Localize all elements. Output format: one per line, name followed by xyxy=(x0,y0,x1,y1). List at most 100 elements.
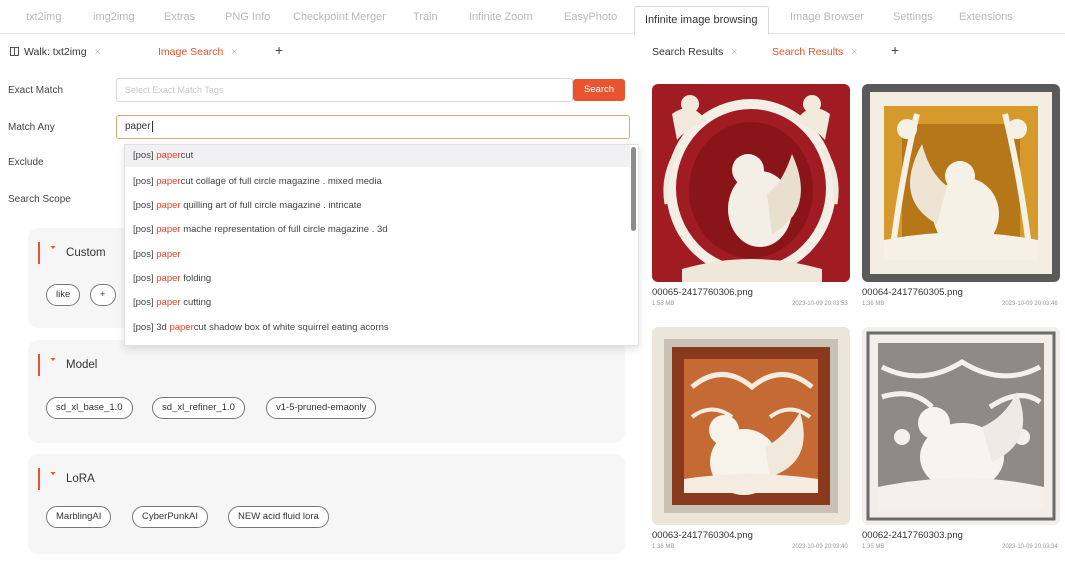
arrow-down-icon: 🢓 xyxy=(50,247,57,259)
papercut-squirrel-image xyxy=(652,327,850,525)
exact-match-label: Exact Match xyxy=(8,85,64,96)
right-subtab-bar: Search Results × Search Results × + xyxy=(643,34,1065,66)
suggestion-prefix: [pos] 3d xyxy=(133,322,170,333)
left-subtab-bar: Walk: txt2img × Image Search × + xyxy=(8,34,635,66)
text-cursor xyxy=(151,121,153,132)
subtab-search-results[interactable]: Search Results × xyxy=(652,43,737,61)
papercut-squirrel-image xyxy=(862,84,1060,282)
suggestion-match: paper xyxy=(169,322,194,333)
suggestion-match: paper xyxy=(156,249,181,260)
papercut-squirrel-image xyxy=(652,84,850,282)
close-icon[interactable]: × xyxy=(851,46,857,58)
add-custom-tag-button[interactable]: + xyxy=(90,284,116,306)
custom-card-header[interactable]: 🢓 Custom xyxy=(38,242,106,264)
subtab-image-search-label: Image Search xyxy=(158,46,224,58)
exact-match-input[interactable]: Select Exact Match Tags xyxy=(116,78,573,102)
close-icon[interactable]: × xyxy=(95,46,101,58)
close-icon[interactable]: × xyxy=(731,46,737,58)
result-thumbnail[interactable] xyxy=(652,84,850,282)
arrow-down-icon: 🢓 xyxy=(50,473,57,485)
match-any-input[interactable]: paper xyxy=(116,115,630,139)
suggestion-item[interactable]: [pos] paper folding xyxy=(133,273,211,284)
result-filename: 00065-2417760306.png xyxy=(652,287,753,298)
suggestion-rest: cutting xyxy=(180,297,212,308)
chip-model[interactable]: sd_xl_refiner_1.0 xyxy=(152,397,245,419)
dropdown-scrollbar[interactable] xyxy=(631,147,636,231)
result-filename: 00064-2417760305.png xyxy=(862,287,963,298)
suggestion-item[interactable]: [pos] 3d papercut shadow box of white sq… xyxy=(133,322,389,333)
chip-lora[interactable]: MarblingAI xyxy=(46,506,112,528)
lora-card-header[interactable]: 🢓 LoRA xyxy=(38,468,95,490)
tab-img2img[interactable]: img2img xyxy=(93,0,135,34)
result-date: 2023-10-09 20:03:46 xyxy=(1002,301,1058,307)
model-card-title: Model xyxy=(66,359,98,371)
tab-image-browser[interactable]: Image Browser xyxy=(790,0,864,34)
suggestion-item[interactable]: [pos] paper quilling art of full circle … xyxy=(133,200,362,211)
suggestion-item[interactable]: [pos] paper cutting xyxy=(133,297,211,308)
top-tab-bar: txt2img img2img Extras PNG Info Checkpoi… xyxy=(0,0,1065,35)
result-size: 1.35 MB xyxy=(862,544,885,550)
suggestion-rest: mache representation of full circle maga… xyxy=(180,224,388,235)
tab-extensions[interactable]: Extensions xyxy=(959,0,1013,34)
tab-txt2img[interactable]: txt2img xyxy=(26,0,61,34)
tab-train[interactable]: Train xyxy=(413,0,438,34)
result-date: 2023-10-09 20:03:40 xyxy=(792,544,848,550)
subtab-walk-txt2img[interactable]: Walk: txt2img × xyxy=(10,43,101,61)
search-scope-label: Search Scope xyxy=(8,194,71,205)
grid-icon xyxy=(10,47,19,56)
search-button[interactable]: Search xyxy=(573,79,625,101)
close-icon[interactable]: × xyxy=(231,46,237,58)
add-tab-icon[interactable]: + xyxy=(891,42,899,58)
result-filename: 00063-2417760304.png xyxy=(652,530,753,541)
subtab-search-results-label: Search Results xyxy=(772,46,844,58)
result-filename: 00062-2417760303.png xyxy=(862,530,963,541)
suggestion-item[interactable]: [pos] papercut xyxy=(125,145,630,167)
chip-lora[interactable]: NEW acid fluid lora xyxy=(228,506,329,528)
result-size: 1.58 MB xyxy=(652,301,675,307)
chip-lora[interactable]: CyberPunkAI xyxy=(132,506,208,528)
result-thumbnail[interactable] xyxy=(862,84,1060,282)
add-tab-icon[interactable]: + xyxy=(275,42,283,58)
suggestion-prefix: [pos] xyxy=(133,224,157,235)
suggestion-item[interactable]: [pos] paper mache representation of full… xyxy=(133,224,388,235)
arrow-down-icon: 🢓 xyxy=(50,359,57,371)
suggestion-prefix: [pos] xyxy=(133,297,157,308)
suggestion-rest: folding xyxy=(180,273,212,284)
match-any-label: Match Any xyxy=(8,122,55,133)
chip-like[interactable]: like xyxy=(46,284,81,306)
chip-model[interactable]: sd_xl_base_1.0 xyxy=(46,397,133,419)
papercut-squirrel-image xyxy=(862,327,1060,525)
suggestion-match: paper xyxy=(156,200,181,211)
subtab-search-results-active[interactable]: Search Results × xyxy=(772,43,857,61)
match-any-value: paper xyxy=(125,121,151,132)
result-size: 1.36 MB xyxy=(652,544,675,550)
suggestion-rest: cut collage of full circle magazine . mi… xyxy=(180,176,382,187)
tab-png-info[interactable]: PNG Info xyxy=(225,0,270,34)
tab-easyphoto[interactable]: EasyPhoto xyxy=(564,0,617,34)
suggestion-prefix: [pos] xyxy=(133,176,157,187)
chip-model[interactable]: v1-5-pruned-emaonly xyxy=(266,397,377,419)
suggestion-match: paper xyxy=(156,297,181,308)
tab-extras[interactable]: Extras xyxy=(164,0,195,34)
suggestion-match: paper xyxy=(156,150,181,161)
result-thumbnail[interactable] xyxy=(862,327,1060,525)
tab-checkpoint-merger[interactable]: Checkpoint Merger xyxy=(293,0,386,34)
suggestion-match: paper xyxy=(156,176,181,187)
tab-infinite-zoom[interactable]: Infinite Zoom xyxy=(469,0,533,34)
tab-settings[interactable]: Settings xyxy=(893,0,933,34)
subtab-image-search[interactable]: Image Search × xyxy=(158,43,238,61)
suggestion-prefix: [pos] xyxy=(133,249,157,260)
left-pane: Walk: txt2img × Image Search × + Exact Mat… xyxy=(8,34,639,563)
custom-card-title: Custom xyxy=(66,247,106,259)
suggestion-prefix: [pos] xyxy=(133,200,157,211)
right-pane: Search Results × Search Results × + 00065-… xyxy=(643,34,1065,563)
suggestion-match: paper xyxy=(156,224,181,235)
exclude-label: Exclude xyxy=(8,157,44,168)
suggestion-item[interactable]: [pos] paper xyxy=(133,249,181,260)
model-card-header[interactable]: 🢓 Model xyxy=(38,354,97,376)
suggestion-item[interactable]: [pos] papercut collage of full circle ma… xyxy=(133,176,382,187)
result-thumbnail[interactable] xyxy=(652,327,850,525)
tab-infinite-image-browsing[interactable]: Infinite image browsing xyxy=(634,6,769,35)
suggestion-match: paper xyxy=(156,273,181,284)
suggestion-rest: cut xyxy=(180,150,194,161)
